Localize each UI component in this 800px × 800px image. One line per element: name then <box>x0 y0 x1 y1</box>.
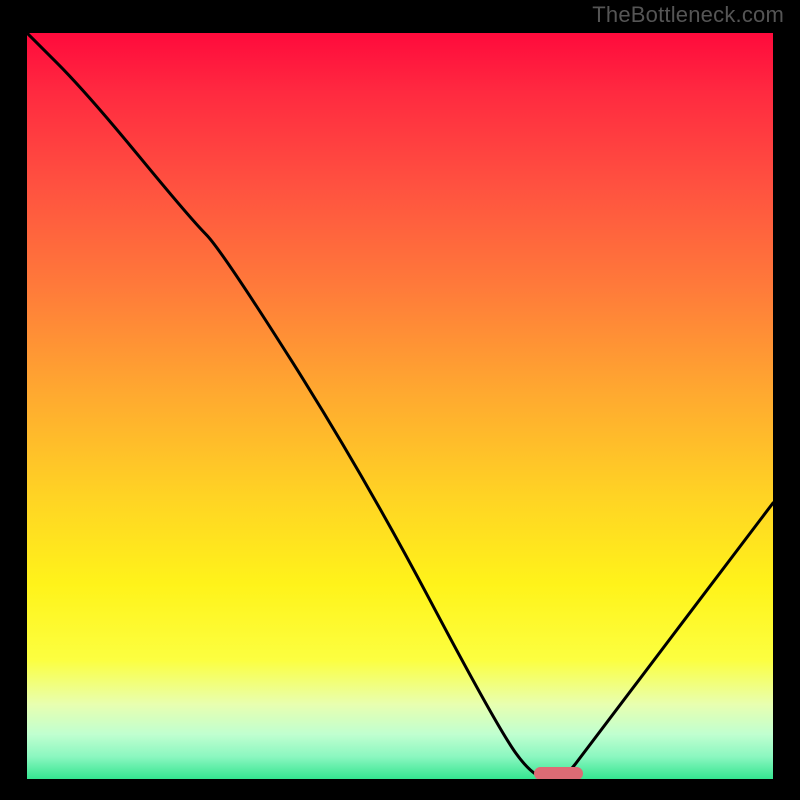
bottleneck-curve-svg <box>27 33 773 779</box>
plot-frame <box>22 28 778 784</box>
plot-area <box>27 33 773 779</box>
bottleneck-curve-path <box>27 33 773 779</box>
watermark-text: TheBottleneck.com <box>592 2 784 28</box>
sweet-spot-marker <box>534 767 582 779</box>
chart-container: TheBottleneck.com <box>0 0 800 800</box>
